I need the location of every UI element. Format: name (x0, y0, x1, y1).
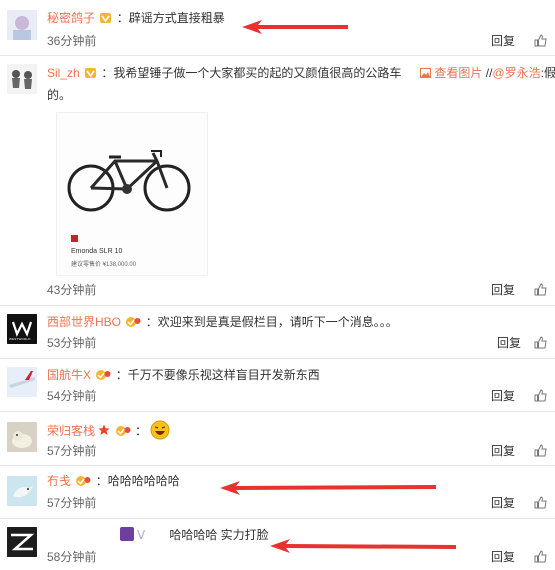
image-icon (420, 66, 432, 80)
comment-text-line2: 的。 (47, 88, 72, 102)
comment-item: 荣归客栈 ： 57分钟前 回复 (0, 412, 555, 464)
timestamp: 58分钟前 (47, 550, 97, 564)
thumbs-up-icon[interactable] (534, 283, 547, 296)
thumbs-up-icon[interactable] (534, 336, 547, 349)
avatar[interactable] (7, 64, 37, 94)
thumbs-up-icon[interactable] (534, 34, 547, 47)
avatar-image (7, 64, 37, 94)
comment-text: ：哈哈哈哈哈哈 (95, 474, 180, 488)
avatar-caption: WESTWORLD (9, 337, 31, 341)
timestamp: 53分钟前 (47, 336, 97, 350)
verified-badge-icon (125, 316, 141, 328)
commenter-name[interactable]: 秘密鸽子 (47, 11, 95, 25)
thumbs-up-icon[interactable] (534, 389, 547, 402)
timestamp: 57分钟前 (47, 444, 97, 458)
avatar[interactable] (7, 10, 37, 40)
thumbs-up-icon[interactable] (534, 496, 547, 509)
airplane-avatar-icon (7, 367, 37, 397)
mention-link[interactable]: @罗永浩 (492, 66, 540, 80)
avatar[interactable]: WESTWORLD (7, 314, 37, 344)
timestamp: 57分钟前 (47, 496, 97, 510)
comment-text: 哈哈哈哈 实力打脸 (169, 528, 269, 542)
timestamp: 36分钟前 (47, 34, 97, 48)
annotation-arrow (220, 481, 436, 495)
thumbs-up-icon[interactable] (534, 444, 547, 457)
bicycle-image (67, 150, 191, 212)
comment-text: ：辟谣方式直接粗暴 (116, 11, 225, 25)
view-image-link[interactable]: 查看图片 (434, 66, 482, 80)
annotation-arrow (270, 539, 456, 553)
product-price: 建议零售价 ¥138,000.00 (71, 262, 137, 268)
avatar[interactable] (7, 527, 37, 557)
avatar[interactable] (7, 476, 37, 506)
brand-logo-icon (71, 235, 78, 242)
comment-text: ：我希望锤子做一个大家都买的起的又颜值很高的公路车 (101, 66, 402, 80)
reply-button[interactable]: 回复 (491, 550, 515, 564)
svg-text:V: V (137, 528, 146, 542)
commenter-name[interactable]: 荣归客栈 (47, 424, 95, 438)
comment-item: 国航牛X ：千万不要像乐视这样盲目开发新东西 54分钟前 回复 (0, 359, 555, 409)
product-model: Emonda SLR 10 (71, 248, 123, 255)
dog-avatar-icon (7, 422, 37, 452)
comment-text: ：千万不要像乐视这样盲目开发新东西 (115, 368, 320, 382)
comment-text: ： (135, 424, 148, 438)
vip-badge-icon (99, 12, 112, 24)
verified-badge-icon (115, 425, 131, 437)
thumbs-up-icon[interactable] (534, 550, 547, 563)
star-icon (98, 424, 110, 438)
comment-text: ：欢迎来到是真是假栏目，请听下一个消息。。。 (145, 315, 398, 329)
comment-item: Sil_zh ：我希望锤子做一个大家都买的起的又颜值很高的公路车 查看图片 //… (0, 56, 555, 301)
comment-text-end: :假 (540, 66, 555, 80)
attached-image[interactable]: Emonda SLR 10 建议零售价 ¥138,000.00 (56, 112, 208, 276)
vip-badge-icon (84, 67, 97, 79)
timestamp: 43分钟前 (47, 283, 97, 297)
commenter-name[interactable]: 西部世界HBO (47, 315, 121, 329)
avatar[interactable] (7, 422, 37, 452)
avatar-image (7, 10, 37, 40)
reply-button[interactable]: 回复 (491, 496, 515, 510)
commenter-name[interactable]: Sil_zh (47, 66, 80, 80)
reply-button[interactable]: 回复 (497, 336, 521, 350)
reply-button[interactable]: 回复 (491, 389, 515, 403)
avatar[interactable] (7, 367, 37, 397)
verified-badge-icon (75, 475, 91, 487)
comment-item: WESTWORLD 西部世界HBO ：欢迎来到是真是假栏目，请听下一个消息。。。… (0, 306, 555, 356)
annotation-arrow (242, 20, 348, 34)
reply-button[interactable]: 回复 (491, 444, 515, 458)
avatar-image (7, 527, 37, 557)
bird-avatar-icon (7, 476, 37, 506)
timestamp: 54分钟前 (47, 389, 97, 403)
reply-button[interactable]: 回复 (491, 283, 515, 297)
verified-badge-icon (95, 369, 111, 381)
laughing-emoji-icon (150, 420, 170, 440)
commenter-name[interactable]: 国航牛X (47, 368, 91, 382)
watermark-logo-icon: V (120, 527, 166, 542)
commenter-name[interactable]: 冇戋 (47, 474, 71, 488)
reply-button[interactable]: 回复 (491, 34, 515, 48)
